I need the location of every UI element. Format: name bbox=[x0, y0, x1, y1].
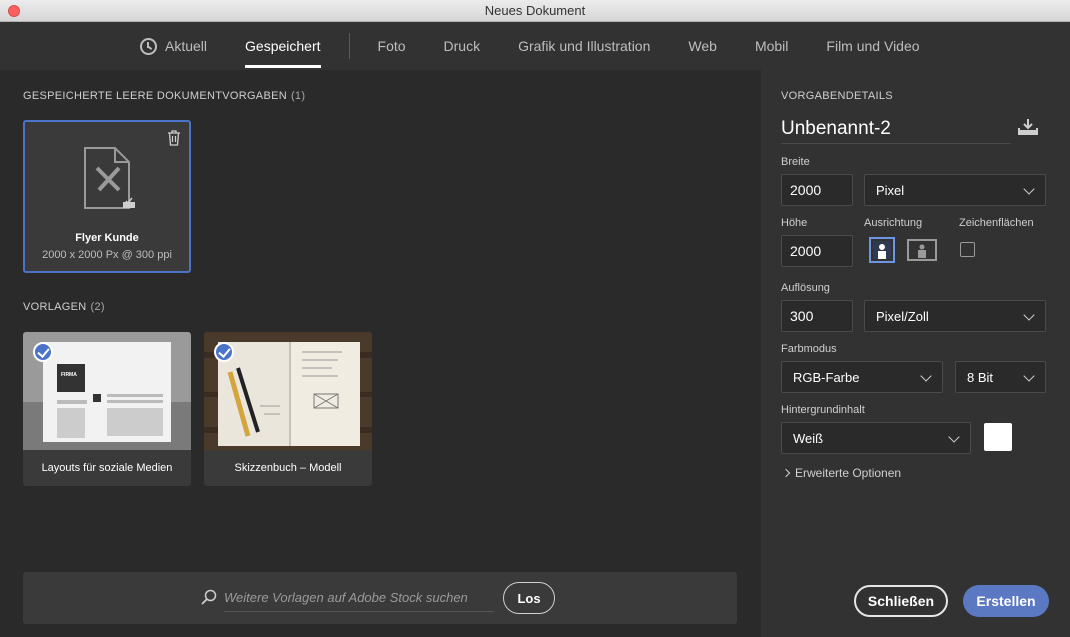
resolution-input[interactable] bbox=[781, 300, 853, 332]
tab-grafik-und-illustration[interactable]: Grafik und Illustration bbox=[518, 22, 650, 70]
chevron-down-icon bbox=[948, 431, 960, 443]
window-title: Neues Dokument bbox=[484, 3, 586, 18]
height-input[interactable] bbox=[781, 235, 853, 267]
unit-select-value: Pixel bbox=[876, 182, 905, 198]
background-select[interactable]: Weiß bbox=[781, 422, 971, 454]
advanced-options-toggle[interactable]: Erweiterte Optionen bbox=[781, 466, 902, 480]
color-mode-label: Farbmodus bbox=[781, 343, 837, 355]
document-preset-icon bbox=[84, 147, 135, 209]
category-tab-bar: Aktuell Gespeichert Foto Druck Grafik un… bbox=[0, 22, 1070, 70]
orientation-label: Ausrichtung bbox=[864, 217, 923, 229]
templates-title: VORLAGEN bbox=[23, 301, 87, 313]
height-label: Höhe bbox=[781, 217, 808, 229]
close-button[interactable]: Schließen bbox=[854, 585, 948, 617]
chevron-down-icon bbox=[1023, 309, 1035, 321]
tab-label: Grafik und Illustration bbox=[518, 38, 651, 54]
portrait-orientation-button[interactable] bbox=[869, 237, 895, 263]
tab-web[interactable]: Web bbox=[688, 22, 717, 70]
stock-search-bar: Los bbox=[23, 572, 737, 624]
tab-aktuell[interactable]: Aktuell bbox=[140, 22, 207, 70]
create-button[interactable]: Erstellen bbox=[963, 585, 1049, 617]
trash-icon[interactable] bbox=[167, 130, 181, 146]
background-value: Weiß bbox=[793, 430, 824, 446]
save-preset-icon[interactable] bbox=[1017, 118, 1039, 136]
title-bar: Neues Dokument bbox=[0, 0, 1070, 22]
background-label: Hintergrundinhalt bbox=[781, 404, 865, 416]
chevron-right-icon bbox=[781, 468, 791, 478]
tab-label: Foto bbox=[377, 38, 406, 54]
tab-gespeichert[interactable]: Gespeichert bbox=[245, 22, 322, 70]
template-thumb-logo: FIRMA bbox=[61, 372, 77, 378]
template-card-sketchbook[interactable]: Skizzenbuch – Modell bbox=[204, 332, 372, 486]
resolution-label: Auflösung bbox=[781, 282, 830, 294]
template-label: Skizzenbuch – Modell bbox=[234, 462, 342, 474]
tab-label: Film und Video bbox=[826, 38, 920, 54]
template-label: Layouts für soziale Medien bbox=[41, 462, 173, 474]
tab-label: Gespeichert bbox=[245, 38, 321, 54]
width-label: Breite bbox=[781, 156, 810, 168]
saved-presets-count: (1) bbox=[290, 90, 306, 102]
resolution-unit-select[interactable]: Pixel/Zoll bbox=[864, 300, 1046, 332]
stock-search-input[interactable] bbox=[224, 584, 494, 612]
clock-icon bbox=[140, 37, 157, 55]
chevron-down-icon bbox=[920, 370, 932, 382]
landscape-orientation-button[interactable] bbox=[907, 237, 937, 263]
search-icon bbox=[201, 589, 217, 605]
templates-heading: VORLAGEN (2) bbox=[23, 301, 105, 313]
templates-count: (2) bbox=[90, 301, 105, 313]
presets-panel: GESPEICHERTE LEERE DOKUMENTVORGABEN (1) F… bbox=[0, 70, 761, 637]
saved-presets-heading: GESPEICHERTE LEERE DOKUMENTVORGABEN (1) bbox=[23, 90, 305, 102]
preset-details-panel: VORGABENDETAILS Breite Pixel Höhe Ausric… bbox=[761, 70, 1070, 637]
preset-size: 2000 x 2000 Px @ 300 ppi bbox=[42, 249, 172, 261]
background-color-swatch[interactable] bbox=[984, 423, 1012, 451]
saved-presets-title: GESPEICHERTE LEERE DOKUMENTVORGABEN bbox=[23, 90, 287, 102]
color-mode-select[interactable]: RGB-Farbe bbox=[781, 361, 943, 393]
tab-label: Druck bbox=[443, 38, 481, 54]
chevron-down-icon bbox=[1023, 183, 1035, 195]
artboards-checkbox[interactable] bbox=[960, 242, 975, 257]
chevron-down-icon bbox=[1023, 370, 1035, 382]
window-close-button[interactable] bbox=[8, 5, 20, 17]
color-mode-value: RGB-Farbe bbox=[793, 369, 860, 385]
resolution-unit-value: Pixel/Zoll bbox=[876, 308, 929, 324]
tab-label: Aktuell bbox=[165, 38, 208, 54]
saved-preset-card[interactable]: Flyer Kunde 2000 x 2000 Px @ 300 ppi bbox=[23, 120, 191, 273]
tab-label: Web bbox=[688, 38, 717, 54]
tab-foto[interactable]: Foto bbox=[378, 22, 406, 70]
preset-name: Flyer Kunde bbox=[75, 232, 139, 244]
tab-mobil[interactable]: Mobil bbox=[755, 22, 788, 70]
tab-label: Mobil bbox=[754, 38, 789, 54]
checkmark-icon bbox=[33, 342, 53, 362]
artboards-label: Zeichenflächen bbox=[959, 217, 1034, 229]
bit-depth-value: 8 Bit bbox=[967, 369, 994, 385]
tab-divider bbox=[348, 33, 350, 59]
preset-details-heading: VORGABENDETAILS bbox=[781, 90, 893, 102]
tab-druck[interactable]: Druck bbox=[444, 22, 481, 70]
unit-select[interactable]: Pixel bbox=[864, 174, 1046, 206]
document-name-input[interactable] bbox=[781, 114, 1011, 144]
advanced-options-label: Erweiterte Optionen bbox=[795, 466, 902, 480]
width-input[interactable] bbox=[781, 174, 853, 206]
tab-film-und-video[interactable]: Film und Video bbox=[826, 22, 919, 70]
template-card-social-layouts[interactable]: FIRMA Layouts für soziale Medien bbox=[23, 332, 191, 486]
bit-depth-select[interactable]: 8 Bit bbox=[955, 361, 1046, 393]
checkmark-icon bbox=[214, 342, 234, 362]
search-go-button[interactable]: Los bbox=[503, 582, 555, 614]
